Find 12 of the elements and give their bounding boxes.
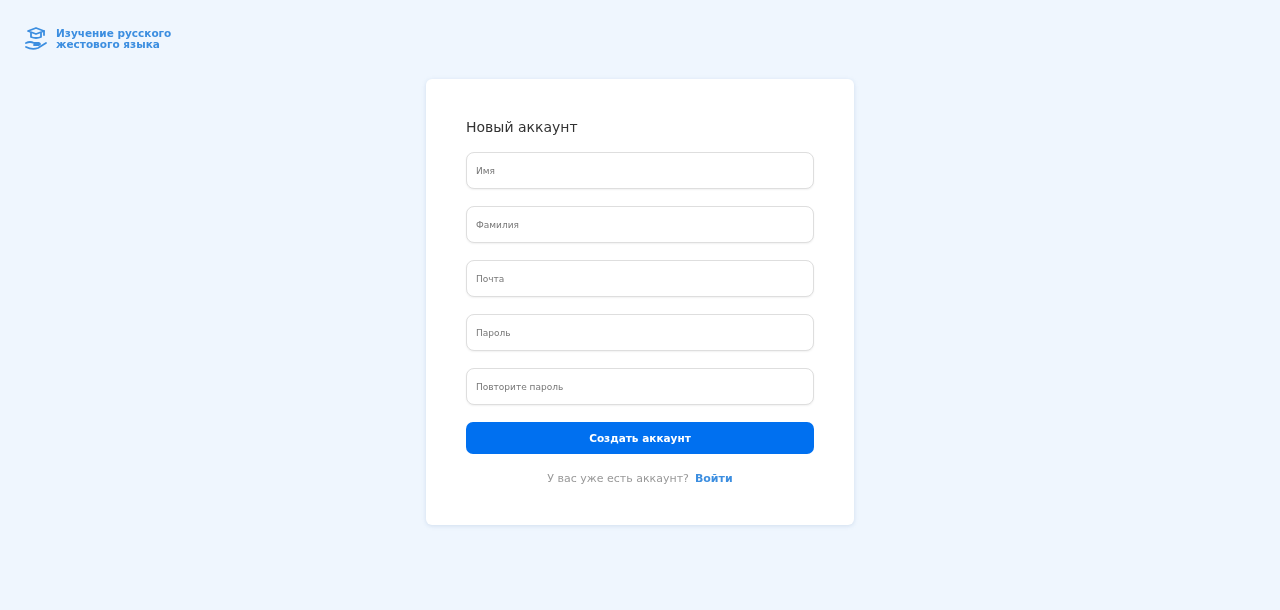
input-field[interactable]: Почта [466, 260, 814, 297]
graduation-cap-hand-icon [24, 26, 48, 52]
input-field[interactable]: Повторите пароль [466, 368, 814, 405]
input-field[interactable]: Имя [466, 152, 814, 189]
logo-title: жестового языка [56, 39, 160, 50]
form-title: Новый аккаунт [466, 119, 579, 135]
login-prompt: У вас уже есть аккаунт? [547, 472, 689, 485]
login-link[interactable]: Войти [694, 472, 733, 485]
logo-title: Изучение русского [56, 28, 172, 39]
create-account-button[interactable]: Создать аккаунт [466, 422, 814, 454]
input-field[interactable]: Пароль [466, 314, 814, 351]
input-field[interactable]: Фамилия [466, 206, 814, 243]
